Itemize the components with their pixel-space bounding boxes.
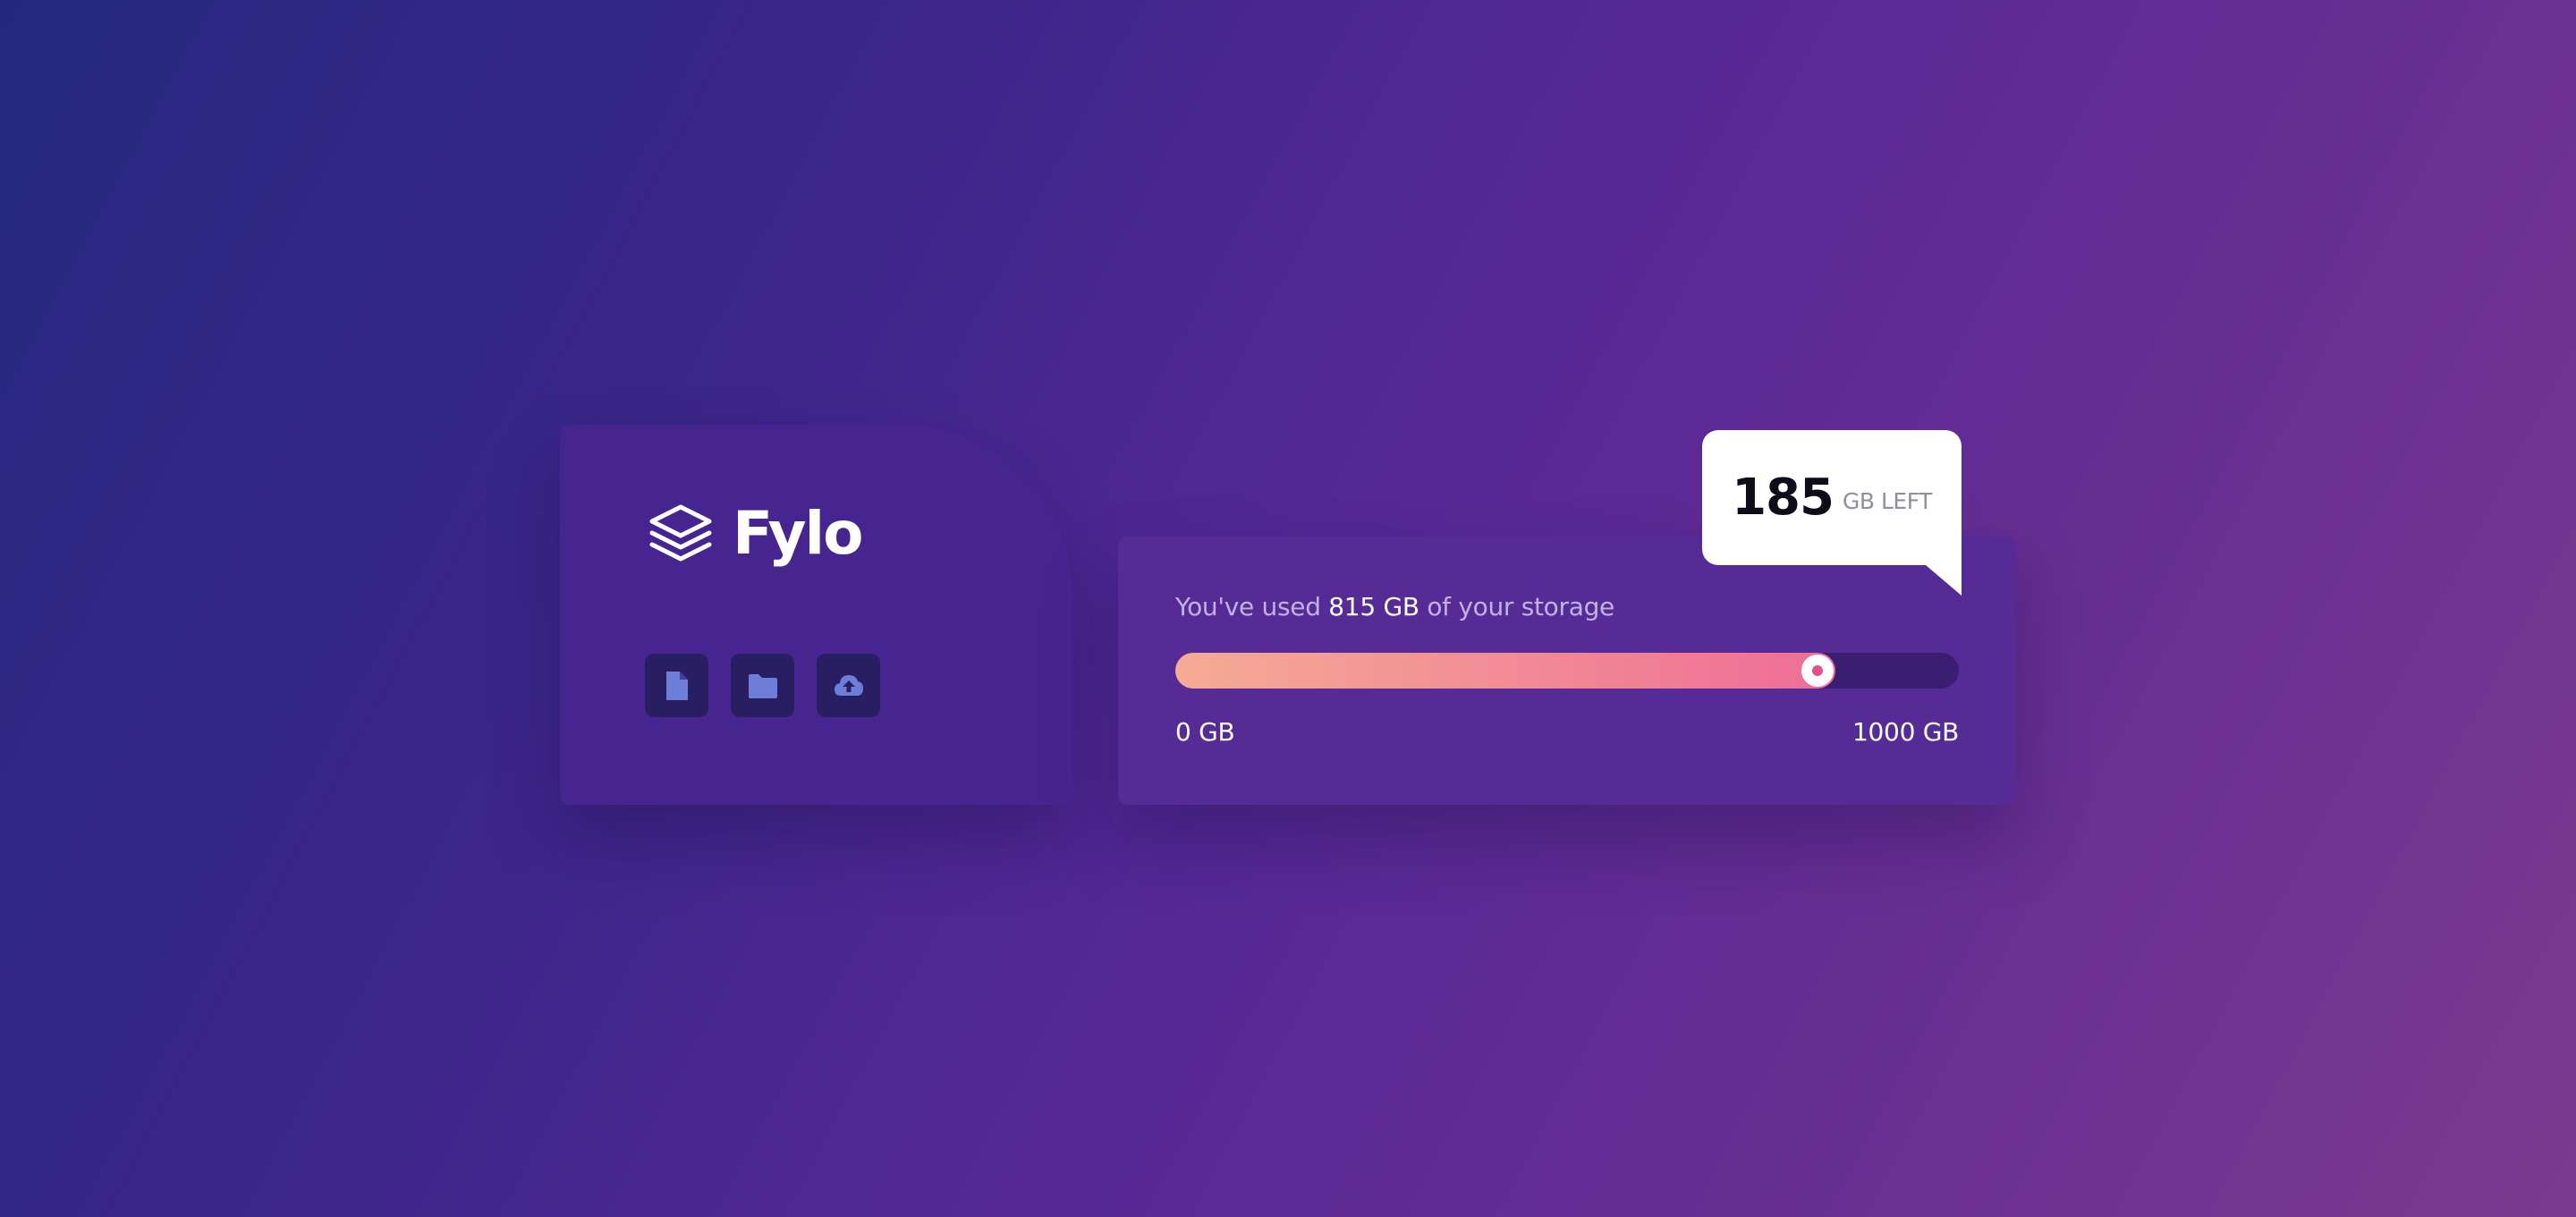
action-icons [645, 654, 880, 717]
usage-prefix: You've used [1175, 592, 1329, 621]
document-icon [665, 671, 688, 700]
storage-usage-text: You've used 815 GB of your storage [1175, 592, 1614, 621]
remaining-callout: 185 GB LEFT [1702, 430, 1962, 596]
used-amount: 815 GB [1328, 592, 1419, 621]
brand-name: Fylo [733, 499, 863, 568]
storage-card: You've used 815 GB of your storage 0 GB … [1118, 537, 2016, 805]
brand-card: Fylo [560, 425, 1072, 805]
folder-icon [748, 673, 777, 698]
usage-suffix: of your storage [1419, 592, 1614, 621]
callout-tail [1926, 565, 1962, 596]
knob-dot [1812, 665, 1823, 676]
logo: Fylo [645, 499, 863, 568]
cloud-upload-icon [834, 674, 863, 696]
document-button[interactable] [645, 654, 708, 717]
remaining-label: GB LEFT [1843, 488, 1932, 514]
progress-knob[interactable] [1801, 655, 1834, 687]
storage-progress-fill [1175, 653, 1835, 689]
storage-progress-bar [1175, 653, 1959, 689]
upload-button[interactable] [817, 654, 880, 717]
stacked-layers-icon [649, 504, 712, 562]
remaining-amount: 185 [1732, 469, 1835, 527]
scale-max-label: 1000 GB [1852, 717, 1959, 747]
folder-button[interactable] [731, 654, 794, 717]
scale-min-label: 0 GB [1175, 717, 1235, 747]
